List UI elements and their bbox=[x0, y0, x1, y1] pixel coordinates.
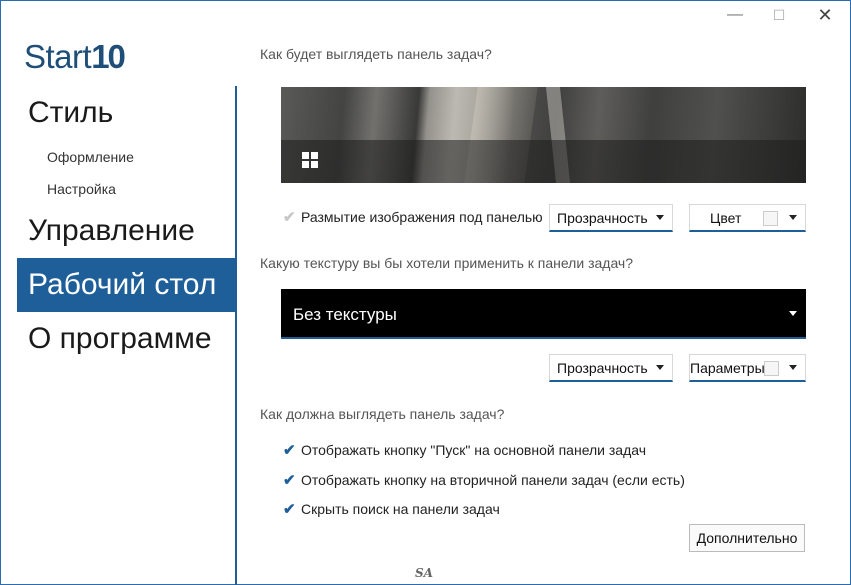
blur-checkbox[interactable]: ✔ bbox=[283, 208, 296, 226]
option-label: Отображать кнопку "Пуск" на основной пан… bbox=[301, 442, 647, 458]
taskbar-preview bbox=[281, 87, 806, 183]
watermark-logo: SA bbox=[415, 566, 433, 580]
nav-style[interactable]: Стиль bbox=[28, 96, 113, 130]
nav-style-appearance[interactable]: Оформление bbox=[47, 149, 134, 165]
dropdown-value: Параметры bbox=[690, 360, 765, 376]
maximize-button[interactable]: ☐ bbox=[764, 4, 794, 26]
option-checkbox[interactable]: ✔ bbox=[283, 471, 296, 489]
chevron-down-icon bbox=[789, 365, 797, 370]
dropdown-value: Цвет bbox=[710, 210, 742, 226]
section1-heading: Как будет выглядеть панель задач? bbox=[260, 46, 492, 62]
nav-style-settings[interactable]: Настройка bbox=[47, 181, 116, 197]
texture-params-dropdown[interactable]: Параметры bbox=[689, 354, 806, 382]
dropdown-value: Прозрачность bbox=[557, 210, 648, 226]
nav-control[interactable]: Управление bbox=[28, 214, 195, 248]
more-settings-button[interactable]: Дополнительно bbox=[689, 524, 805, 552]
logo-number: 10 bbox=[91, 38, 126, 75]
chevron-down-icon bbox=[656, 215, 664, 220]
nav-desktop-label: Рабочий стол bbox=[28, 268, 217, 301]
logo-prefix: Start bbox=[24, 38, 92, 75]
chevron-down-icon bbox=[789, 215, 797, 220]
color-swatch bbox=[764, 361, 779, 376]
nav-desktop-selected[interactable]: Рабочий стол bbox=[17, 258, 235, 312]
sidebar-divider bbox=[235, 86, 237, 585]
preview-taskbar bbox=[281, 140, 806, 183]
blur-transparency-dropdown[interactable]: Прозрачность bbox=[549, 204, 673, 232]
chevron-down-icon bbox=[656, 365, 664, 370]
section3-heading: Как должна выглядеть панель задач? bbox=[260, 406, 505, 422]
option-label: Скрыть поиск на панели задач bbox=[301, 501, 500, 517]
app-logo: Start10 bbox=[24, 38, 126, 76]
option-checkbox[interactable]: ✔ bbox=[283, 500, 296, 518]
nav-about[interactable]: О программе bbox=[28, 322, 212, 356]
blur-label: Размытие изображения под панелью bbox=[301, 209, 543, 225]
close-button[interactable]: ✕ bbox=[810, 4, 840, 26]
section2-heading: Какую текстуру вы бы хотели применить к … bbox=[260, 255, 633, 271]
dropdown-value: Прозрачность bbox=[557, 360, 648, 376]
texture-transparency-dropdown[interactable]: Прозрачность bbox=[549, 354, 673, 382]
texture-dropdown[interactable]: Без текстуры bbox=[281, 289, 806, 339]
option-label: Отображать кнопку на вторичной панели за… bbox=[301, 472, 685, 488]
color-swatch bbox=[763, 211, 778, 226]
option-checkbox[interactable]: ✔ bbox=[283, 441, 296, 459]
minimize-button[interactable]: — bbox=[720, 4, 750, 26]
color-dropdown[interactable]: Цвет bbox=[689, 204, 806, 232]
windows-logo-icon bbox=[302, 152, 318, 168]
texture-value: Без текстуры bbox=[293, 305, 397, 324]
chevron-down-icon bbox=[789, 311, 797, 316]
